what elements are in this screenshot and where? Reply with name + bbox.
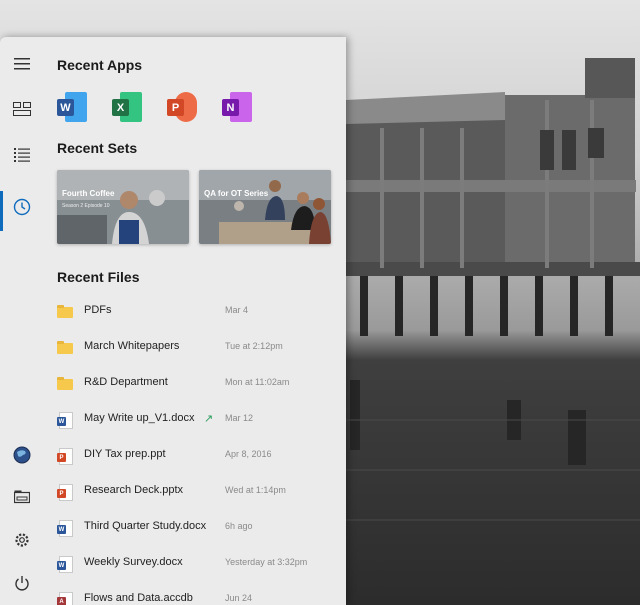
file-name: Third Quarter Study.docx <box>84 520 207 532</box>
ppt-doc-icon: P <box>57 448 73 465</box>
onenote-icon: N <box>222 99 239 116</box>
drive-icon <box>14 490 30 504</box>
list-button[interactable] <box>0 135 44 175</box>
file-name: March Whitepapers <box>84 340 180 352</box>
file-date: Mar 12 <box>225 413 254 423</box>
file-date: Mar 4 <box>225 305 249 315</box>
trending-icon: ↗ <box>204 413 214 425</box>
file-name: May Write up_V1.docx <box>84 412 195 424</box>
power-button[interactable] <box>0 563 44 603</box>
powerpoint-app-tile[interactable]: P <box>167 92 197 122</box>
drive-button[interactable] <box>0 477 44 517</box>
set-subtitle: Season 2 Episode 10 <box>62 203 110 209</box>
access-doc-icon: A <box>57 592 73 605</box>
set-title: Fourth Coffee <box>62 189 115 198</box>
folder-icon <box>57 340 73 356</box>
folder-icon <box>57 376 73 392</box>
file-row[interactable]: W May Write up_V1.docx ↗ Mar 12 <box>49 402 345 438</box>
power-icon <box>15 576 29 591</box>
file-name: R&D Department <box>84 376 168 388</box>
onenote-app-tile[interactable]: N <box>222 92 252 122</box>
folder-icon <box>57 304 73 320</box>
list-icon <box>14 148 30 162</box>
file-name: PDFs <box>84 304 112 316</box>
file-row[interactable]: W Third Quarter Study.docx 6h ago <box>49 510 345 546</box>
file-date: Jun 24 <box>225 593 253 603</box>
file-date: Tue at 2:12pm <box>225 341 283 351</box>
recent-files-title: Recent Files <box>57 269 140 285</box>
menu-button[interactable] <box>0 44 44 84</box>
settings-button[interactable] <box>0 520 44 560</box>
set-title: QA for OT Series <box>204 189 269 198</box>
file-date: Yesterday at 3:32pm <box>225 557 308 567</box>
file-name: Flows and Data.accdb <box>84 592 193 604</box>
file-name: Weekly Survey.docx <box>84 556 183 568</box>
browser-button[interactable] <box>0 435 44 475</box>
file-name: DIY Tax prep.ppt <box>84 448 166 460</box>
navigation-rail <box>0 37 44 605</box>
file-row[interactable]: March Whitepapers Tue at 2:12pm <box>49 330 345 366</box>
word-app-tile[interactable]: W <box>57 92 87 122</box>
word-doc-icon: W <box>57 520 73 537</box>
file-row[interactable]: P DIY Tax prep.ppt Apr 8, 2016 <box>49 438 345 474</box>
word-doc-icon: W <box>57 556 73 573</box>
file-row[interactable]: PDFs Mar 4 <box>49 294 345 330</box>
start-panel: Recent Apps W X P N Recent Sets Fourth C… <box>0 37 346 605</box>
file-date: Mon at 11:02am <box>225 377 290 387</box>
set-card-qa-for-ot-series[interactable]: QA for OT Series <box>199 170 331 244</box>
globe-icon <box>13 446 31 464</box>
excel-app-tile[interactable]: X <box>112 92 142 122</box>
file-name: Research Deck.pptx <box>84 484 184 496</box>
recent-sets-title: Recent Sets <box>57 140 138 156</box>
file-row[interactable]: W Weekly Survey.docx Yesterday at 3:32pm <box>49 546 345 582</box>
gear-icon <box>15 533 29 547</box>
file-date: Wed at 1:14pm <box>225 485 286 495</box>
recent-apps-title: Recent Apps <box>57 57 143 73</box>
set-card-fourth-coffee[interactable]: Fourth Coffee Season 2 Episode 10 <box>57 170 189 244</box>
clock-icon <box>13 198 31 216</box>
excel-icon: X <box>112 99 129 116</box>
word-doc-icon: W <box>57 412 73 429</box>
file-row[interactable]: A Flows and Data.accdb Jun 24 <box>49 582 345 605</box>
hamburger-menu-icon <box>14 58 30 70</box>
file-date: Apr 8, 2016 <box>225 449 272 459</box>
ppt-doc-icon: P <box>57 484 73 501</box>
tiles-button[interactable] <box>0 89 44 129</box>
powerpoint-icon: P <box>167 99 184 116</box>
file-row[interactable]: R&D Department Mon at 11:02am <box>49 366 345 402</box>
recent-button[interactable] <box>0 187 44 231</box>
file-date: 6h ago <box>225 521 253 531</box>
set-thumbnail-image <box>199 170 331 244</box>
tiles-icon <box>13 102 31 116</box>
file-row[interactable]: P Research Deck.pptx Wed at 1:14pm <box>49 474 345 510</box>
word-icon: W <box>57 99 74 116</box>
